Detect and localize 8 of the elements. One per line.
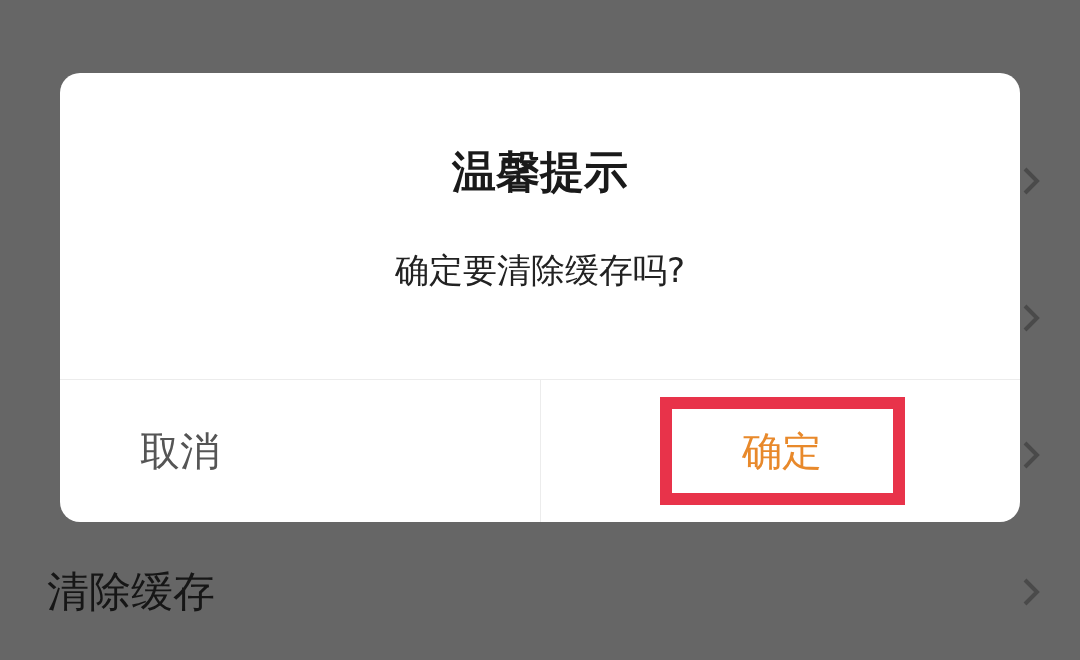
settings-label: 清除缓存	[47, 565, 215, 618]
chevron-right-icon	[1022, 576, 1040, 607]
cancel-button[interactable]: 取消	[60, 397, 303, 505]
chevron-right-icon	[1022, 165, 1040, 196]
chevron-right-icon	[1022, 439, 1040, 470]
dialog-title: 温馨提示	[452, 145, 628, 199]
chevron-right-icon	[1022, 302, 1040, 333]
dialog-message: 确定要清除缓存吗?	[394, 249, 685, 292]
